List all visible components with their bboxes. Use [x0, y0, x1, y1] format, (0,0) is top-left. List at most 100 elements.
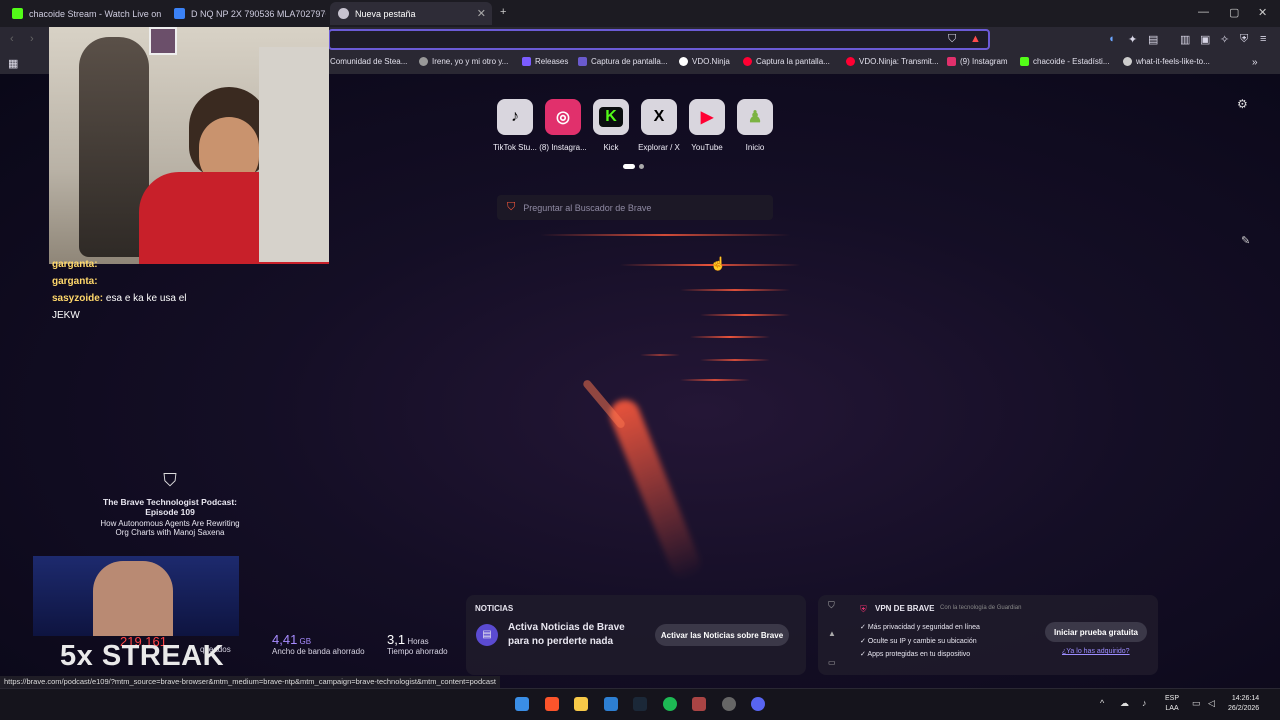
bookmark-icon	[679, 57, 688, 66]
tab-label: Nueva pestaña	[355, 8, 416, 19]
activate-news-button[interactable]: Activar las Noticias sobre Brave	[655, 624, 789, 646]
forward-icon[interactable]: ›	[30, 33, 34, 45]
bookmark-item[interactable]: Irene, yo y mi otro y...	[419, 57, 508, 66]
image-icon	[174, 8, 185, 19]
instagram-icon	[947, 57, 956, 66]
network-icon[interactable]: ▭	[1192, 698, 1201, 709]
news-icon: ▤	[476, 624, 498, 646]
bookmark-icon	[419, 57, 428, 66]
clock[interactable]: 14:26:14 26/2/2026	[1228, 694, 1259, 714]
new-tab-button[interactable]: +	[500, 6, 506, 18]
bookmark-item[interactable]: chacoide - Estadísti...	[1020, 57, 1109, 66]
kick-icon	[12, 8, 23, 19]
chess-icon: ♟	[747, 109, 763, 126]
close-window-button[interactable]: ✕	[1258, 6, 1267, 19]
apps-icon[interactable]: ▦	[8, 57, 18, 70]
streak-banner: 5x STREAK	[60, 640, 225, 672]
address-bar[interactable]	[328, 29, 990, 50]
more-bookmarks-icon[interactable]: »	[1252, 57, 1258, 68]
bing-icon[interactable]	[604, 697, 618, 711]
cursor-hand-icon: ☝	[710, 256, 727, 271]
bookmark-item[interactable]: VDO.Ninja: Transmit...	[846, 57, 939, 66]
bookmark-icon	[578, 57, 587, 66]
vpn-feature: ✓ Apps protegidas en tu dispositivo	[860, 651, 971, 658]
menu-icon[interactable]: ≡	[1260, 33, 1266, 45]
windows-start-icon[interactable]	[515, 697, 529, 711]
podcast-promo[interactable]: ⛉ The Brave Technologist Podcast: Episod…	[100, 470, 240, 537]
vpn-logo-icon: ⛨	[860, 604, 867, 614]
brave-shields-icon[interactable]: ⛉	[948, 33, 956, 46]
tray-chevron-icon[interactable]: ^	[1100, 698, 1104, 708]
page-dot-active[interactable]	[623, 164, 635, 169]
shortcut-inicio[interactable]: ♟	[737, 99, 773, 135]
vpn-shield-icon: ⛉	[828, 600, 835, 610]
brave-icon	[338, 8, 349, 19]
bookmark-item[interactable]: Comunidad de Stea...	[330, 57, 407, 66]
brave-lion-icon: ⛉	[163, 470, 177, 490]
bookmark-item[interactable]: Releases	[522, 57, 568, 66]
file-explorer-icon[interactable]	[574, 697, 588, 711]
x-icon: X	[653, 108, 665, 125]
warning-icon: ▲	[828, 629, 836, 638]
tab-label: D NQ NP 2X 790536 MLA702797637	[191, 8, 326, 19]
bookmark-item[interactable]: what-it-feels-like-to...	[1123, 57, 1210, 66]
stat-time: 3,1 Horas Tiempo ahorrado	[387, 632, 448, 656]
shortcut-youtube[interactable]: ▶	[689, 99, 725, 135]
brave-app-icon[interactable]	[545, 697, 559, 711]
brave-search-icon: ⛉	[507, 201, 516, 213]
ai-icon[interactable]: ✧	[1220, 33, 1229, 46]
kick-icon: K	[599, 107, 623, 127]
search-box[interactable]: ⛉ Preguntar al Buscador de Brave	[497, 195, 773, 220]
reader-icon[interactable]: ▤	[1148, 33, 1158, 46]
shortcut-label: Inicio	[745, 143, 765, 152]
tab-new-tab[interactable]: Nueva pestaña ✕	[330, 2, 492, 25]
bookmark-item[interactable]: Captura de pantalla...	[578, 57, 668, 66]
app-icon[interactable]	[722, 697, 736, 711]
extensions-icon[interactable]: ✦	[1128, 33, 1137, 46]
search-placeholder: Preguntar al Buscador de Brave	[523, 202, 652, 213]
mic-icon[interactable]: ♪	[1142, 698, 1147, 708]
bookmark-icon	[1123, 57, 1132, 66]
leo-icon[interactable]: ◖	[1108, 33, 1115, 45]
vpn-heading: VPN DE BRAVE	[875, 604, 935, 613]
brave-rewards-icon[interactable]: ▲	[970, 33, 981, 45]
shortcut-instagram[interactable]: ◎	[545, 99, 581, 135]
onedrive-icon[interactable]: ☁	[1120, 698, 1129, 709]
news-text: Activa Noticias de Brave para no perdert…	[508, 622, 625, 647]
close-tab-icon[interactable]: ✕	[477, 7, 486, 20]
podcast-title: The Brave Technologist Podcast: Episode …	[103, 497, 237, 517]
spotify-icon[interactable]	[663, 697, 677, 711]
settings-gear-icon[interactable]: ⚙	[1237, 97, 1248, 111]
back-icon[interactable]: ‹	[10, 33, 14, 45]
tab-kick[interactable]: chacoide Stream - Watch Live on	[4, 2, 162, 25]
bookmark-icon	[846, 57, 855, 66]
bookmark-item[interactable]: Captura la pantalla...	[743, 57, 830, 66]
tv-icon: ▭	[828, 658, 836, 667]
chat-message: JEKW	[52, 310, 80, 321]
language-indicator[interactable]: ESP LAA	[1165, 694, 1179, 714]
app-icon[interactable]	[692, 697, 706, 711]
bookmark-item[interactable]: (9) Instagram	[947, 57, 1008, 66]
bookmark-icon	[743, 57, 752, 66]
vpn-icon[interactable]: ⛨	[1240, 33, 1248, 46]
page-dot[interactable]	[639, 164, 644, 169]
shortcut-tiktok[interactable]: ♪	[497, 99, 533, 135]
bookmark-item[interactable]: VDO.Ninja	[679, 57, 730, 66]
discord-icon[interactable]	[751, 697, 765, 711]
shortcut-kick[interactable]: K	[593, 99, 629, 135]
sidebar-icon[interactable]: ▥	[1180, 33, 1190, 46]
maximize-button[interactable]: ▢	[1229, 6, 1239, 19]
volume-icon[interactable]: ◁	[1208, 698, 1215, 709]
youtube-icon: ▶	[700, 109, 714, 126]
instagram-icon: ◎	[556, 109, 570, 126]
tab-strip: chacoide Stream - Watch Live on D NQ NP …	[0, 0, 1280, 27]
webcam-overlay	[49, 27, 329, 264]
already-purchased-link[interactable]: ¿Ya lo has adquirido?	[1062, 648, 1130, 655]
minimize-button[interactable]: —	[1198, 6, 1209, 18]
tab-image[interactable]: D NQ NP 2X 790536 MLA702797637	[166, 2, 326, 25]
customize-icon[interactable]: ✎	[1241, 234, 1250, 247]
steam-icon[interactable]	[633, 697, 647, 711]
shortcut-x[interactable]: X	[641, 99, 677, 135]
start-trial-button[interactable]: Iniciar prueba gratuita	[1045, 622, 1147, 642]
wallet-icon[interactable]: ▣	[1200, 33, 1210, 46]
